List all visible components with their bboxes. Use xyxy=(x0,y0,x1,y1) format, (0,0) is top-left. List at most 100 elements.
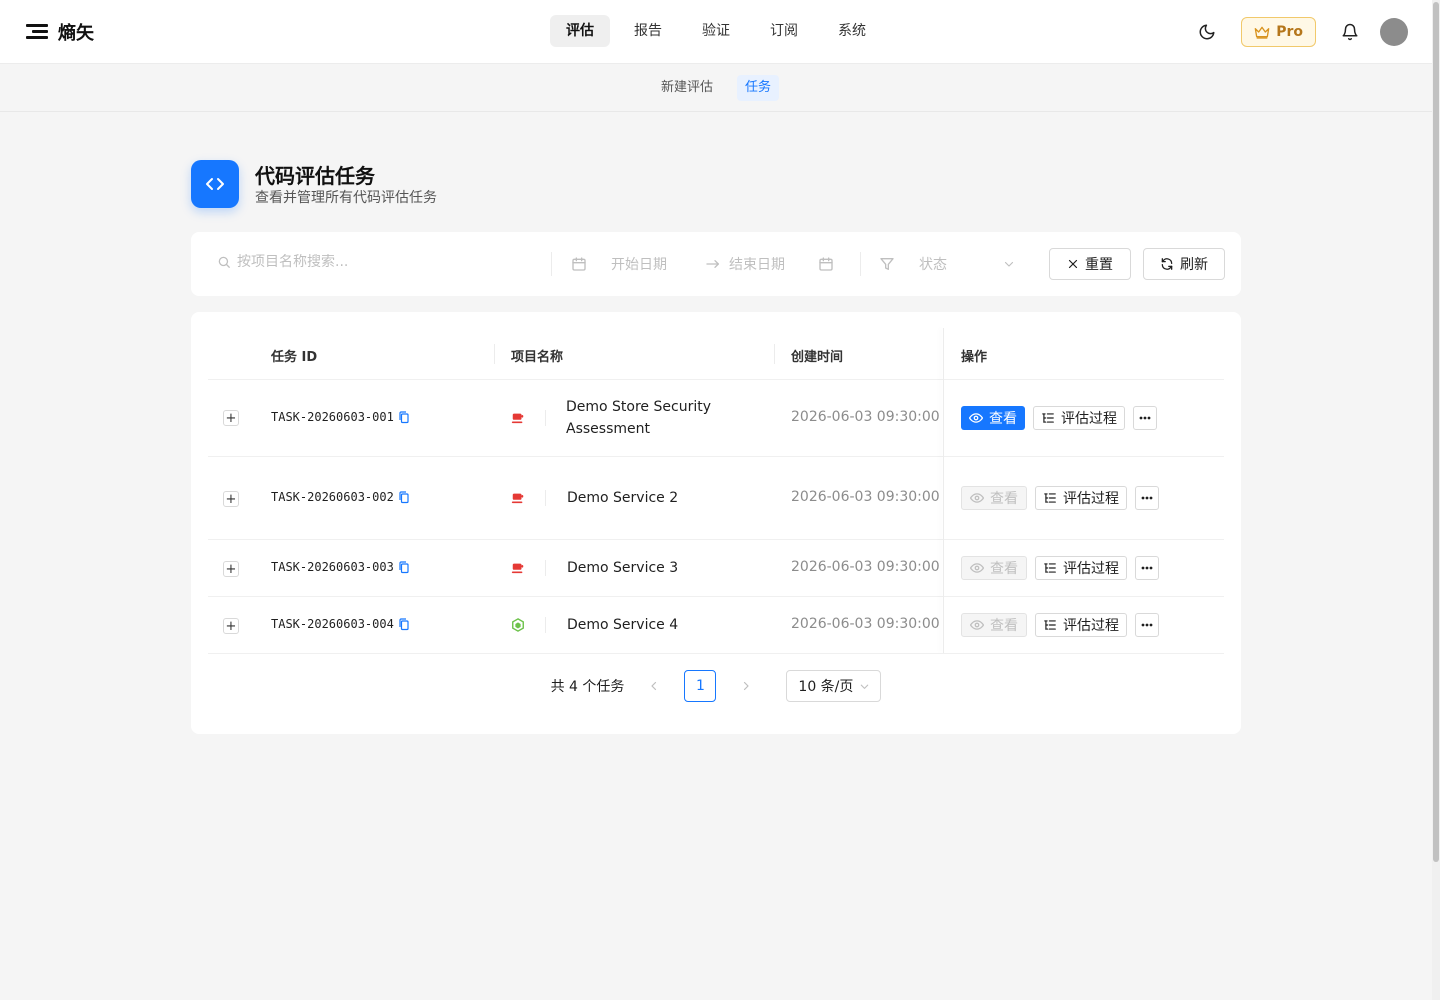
next-page-button[interactable] xyxy=(734,674,758,698)
nav-item-report[interactable]: 报告 xyxy=(618,15,678,47)
process-label: 评估过程 xyxy=(1063,491,1119,507)
expand-row-button[interactable]: + xyxy=(223,410,239,426)
task-id-text: TASK-20260603-004 xyxy=(271,617,394,631)
prev-page-button[interactable] xyxy=(642,674,666,698)
divider xyxy=(545,617,546,633)
refresh-button[interactable]: 刷新 xyxy=(1143,248,1225,280)
search-input[interactable] xyxy=(237,254,537,270)
fixed-column-shadow xyxy=(943,328,944,653)
nav-item-system[interactable]: 系统 xyxy=(822,15,882,47)
project-name: Demo Store Security Assessment xyxy=(566,399,711,437)
copy-icon[interactable] xyxy=(398,560,410,574)
divider xyxy=(860,252,861,276)
table-row: + TASK-20260603-004 Demo Service 4 2026-… xyxy=(208,597,1224,654)
expand-row-button[interactable]: + xyxy=(223,561,239,577)
process-label: 评估过程 xyxy=(1061,411,1117,427)
copy-icon[interactable] xyxy=(398,410,410,424)
pagination-total: 共 4 个任务 xyxy=(550,679,625,695)
process-button[interactable]: 评估过程 xyxy=(1035,556,1127,580)
arrow-right-icon xyxy=(706,260,719,269)
copy-icon[interactable] xyxy=(398,617,410,631)
page-header: 代码评估任务 查看并管理所有代码评估任务 xyxy=(191,160,437,208)
process-label: 评估过程 xyxy=(1063,618,1119,634)
status-select[interactable]: 状态 xyxy=(879,254,1015,274)
notifications-button[interactable] xyxy=(1334,16,1366,48)
table-row: + TASK-20260603-002 Demo Service 2 2026-… xyxy=(208,457,1224,540)
copy-icon[interactable] xyxy=(398,490,410,504)
pagination: 共 4 个任务 1 10 条/页 xyxy=(191,670,1241,702)
view-label: 查看 xyxy=(989,411,1017,427)
task-id-cell: TASK-20260603-004 xyxy=(271,617,410,631)
page-1-button[interactable]: 1 xyxy=(684,670,717,702)
task-id-cell: TASK-20260603-003 xyxy=(271,560,410,574)
view-button[interactable]: 查看 xyxy=(961,406,1025,430)
page-title: 代码评估任务 xyxy=(255,164,375,188)
calendar-icon xyxy=(572,257,586,271)
view-label: 查看 xyxy=(990,491,1018,507)
process-button[interactable]: 评估过程 xyxy=(1033,406,1125,430)
column-header-actions: 操作 xyxy=(961,350,988,365)
chevron-left-icon xyxy=(651,681,657,691)
app-logo[interactable]: 熵矢 xyxy=(26,19,94,45)
nav-item-verify[interactable]: 验证 xyxy=(686,15,746,47)
project-name: Demo Service 3 xyxy=(567,560,679,576)
created-time: 2026-06-03 09:30:00 xyxy=(791,559,940,575)
created-time: 2026-06-03 09:30:00 xyxy=(791,409,940,425)
expand-row-button[interactable]: + xyxy=(223,618,239,634)
user-avatar[interactable] xyxy=(1380,18,1408,46)
page-scrollbar[interactable] xyxy=(1432,0,1440,1000)
divider xyxy=(545,490,546,506)
created-time: 2026-06-03 09:30:00 xyxy=(791,616,940,632)
view-button[interactable]: 查看 xyxy=(961,556,1027,580)
nav-item-assess[interactable]: 评估 xyxy=(550,15,610,47)
refresh-label: 刷新 xyxy=(1180,257,1208,273)
code-icon xyxy=(191,160,239,208)
filter-bar: 开始日期 结束日期 状态 重置 刷新 xyxy=(191,232,1241,296)
process-button[interactable]: 评估过程 xyxy=(1035,486,1127,510)
more-dots-icon xyxy=(1141,566,1153,570)
calendar-icon xyxy=(819,257,833,271)
project-name: Demo Service 4 xyxy=(567,617,679,633)
table-row: + TASK-20260603-003 Demo Service 3 2026-… xyxy=(208,540,1224,597)
task-id-text: TASK-20260603-001 xyxy=(271,410,394,424)
start-date-input[interactable]: 开始日期 xyxy=(611,254,667,274)
more-dots-icon xyxy=(1139,416,1151,420)
more-button[interactable] xyxy=(1133,406,1157,430)
view-label: 查看 xyxy=(990,618,1018,634)
subnav-item-new-assessment[interactable]: 新建评估 xyxy=(653,75,721,101)
page-subtitle: 查看并管理所有代码评估任务 xyxy=(255,190,437,206)
theme-toggle-button[interactable] xyxy=(1191,16,1223,48)
nav-item-subscribe[interactable]: 订阅 xyxy=(754,15,814,47)
page-size-select[interactable]: 10 条/页 xyxy=(786,670,882,702)
pro-button[interactable]: Pro xyxy=(1241,17,1316,47)
column-divider xyxy=(774,344,775,364)
column-header-created: 创建时间 xyxy=(791,350,844,365)
subnav-item-tasks[interactable]: 任务 xyxy=(737,74,780,101)
view-button[interactable]: 查看 xyxy=(961,486,1027,510)
task-table: 任务 ID 项目名称 创建时间 操作 + TASK-20260603-001 D… xyxy=(191,312,1241,734)
close-icon xyxy=(1068,259,1078,269)
date-range-picker[interactable]: 开始日期 结束日期 xyxy=(571,254,834,274)
more-button[interactable] xyxy=(1135,486,1159,510)
scrollbar-thumb[interactable] xyxy=(1433,2,1439,862)
task-id-text: TASK-20260603-002 xyxy=(271,490,394,504)
crown-icon xyxy=(1254,26,1270,39)
reset-label: 重置 xyxy=(1085,257,1113,273)
view-button[interactable]: 查看 xyxy=(961,613,1027,637)
sub-nav: 新建评估 任务 xyxy=(0,64,1432,112)
table-header: 任务 ID 项目名称 创建时间 操作 xyxy=(208,328,1224,380)
list-tree-icon xyxy=(1044,563,1056,573)
reset-button[interactable]: 重置 xyxy=(1049,248,1131,280)
chevron-down-icon xyxy=(861,684,869,689)
more-button[interactable] xyxy=(1135,556,1159,580)
end-date-input[interactable]: 结束日期 xyxy=(729,254,785,274)
column-header-task-id: 任务 ID xyxy=(271,350,318,365)
pro-label: Pro xyxy=(1276,24,1303,40)
list-tree-icon xyxy=(1042,413,1054,423)
eye-icon xyxy=(970,563,984,573)
app-name: 熵矢 xyxy=(58,23,94,44)
expand-row-button[interactable]: + xyxy=(223,491,239,507)
more-button[interactable] xyxy=(1135,613,1159,637)
moon-icon xyxy=(1199,24,1215,40)
process-button[interactable]: 评估过程 xyxy=(1035,613,1127,637)
